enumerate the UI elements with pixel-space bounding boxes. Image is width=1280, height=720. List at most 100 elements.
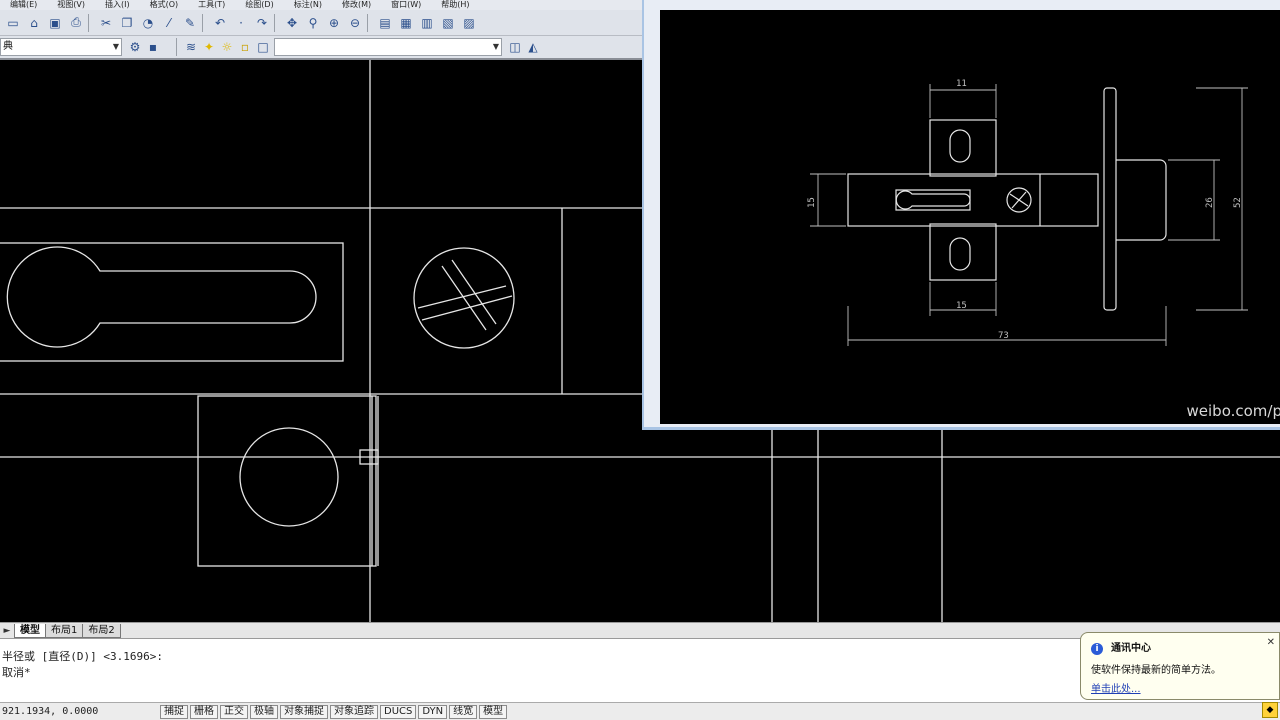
slot-plate (0, 242, 344, 362)
screw-cross (441, 265, 487, 331)
menu-window[interactable]: 窗口(W) (381, 0, 431, 10)
undo-icon[interactable]: ↶ (211, 14, 229, 32)
pan-icon[interactable]: ✥ (283, 14, 301, 32)
tab-layout1[interactable]: 布局1 (45, 623, 84, 638)
workspace-save-icon[interactable]: ▪ (144, 38, 162, 56)
lineweight-toggle[interactable]: 线宽 (449, 704, 478, 719)
design-center-icon[interactable]: ▦ (397, 14, 415, 32)
menu-format[interactable]: 格式(O) (140, 0, 189, 10)
dim-label-top: 11 (956, 79, 967, 89)
zoom-previous-icon[interactable]: ⊖ (346, 14, 364, 32)
lock-icon[interactable]: ▫ (236, 38, 254, 56)
latch-bolt (1103, 87, 1117, 311)
inner-slot-frame (895, 189, 971, 211)
save-icon[interactable]: ▣ (46, 14, 64, 32)
properties-icon[interactable]: ▤ (376, 14, 394, 32)
copy-icon[interactable]: ❐ (118, 14, 136, 32)
zoom-realtime-icon[interactable]: ⚲ (304, 14, 322, 32)
zoom-window-icon[interactable]: ⊕ (325, 14, 343, 32)
dyn-toggle[interactable]: DYN (418, 704, 448, 719)
model-toggle[interactable]: 模型 (479, 704, 508, 719)
screw-cross (451, 259, 497, 325)
mounting-plate (197, 395, 377, 567)
dim-label-bolt-length: 52 (1233, 197, 1243, 208)
otrack-toggle[interactable]: 对象追踪 (330, 704, 378, 719)
osnap-toggle[interactable]: 对象捕捉 (280, 704, 328, 719)
bottom-slot-hole (949, 237, 971, 271)
workspace-settings-icon[interactable]: ⚙ (126, 38, 144, 56)
layer-previous-icon[interactable]: ◭ (524, 38, 542, 56)
tab-model[interactable]: 模型 (14, 623, 46, 638)
make-current-layer-icon[interactable]: ◫ (506, 38, 524, 56)
menu-edit[interactable]: 编辑(E) (0, 0, 47, 10)
ortho-toggle[interactable]: 正交 (220, 704, 248, 719)
sun-icon[interactable]: ☼ (218, 38, 236, 56)
new-icon[interactable]: ▭ (4, 14, 22, 32)
dim-label-length: 73 (998, 331, 1009, 341)
latch-body (847, 173, 1099, 227)
top-mounting-tab (929, 119, 997, 177)
layer-manager-icon[interactable]: ≋ (182, 38, 200, 56)
layers-toolbar: 典 ▼ ⚙ ▪ ≋ ✦ ☼ ▫ □ ▼ ◫ ◭ (0, 36, 642, 60)
print-icon[interactable]: ⎙ (67, 14, 85, 32)
paste-icon[interactable]: ◔ (139, 14, 157, 32)
workspace-combo-value: 典 (3, 41, 13, 52)
inner-keyhole (895, 190, 971, 210)
coordinate-readout[interactable]: 921.1934, 0.0000 (0, 706, 160, 717)
standard-toolbar: ▭ ⌂ ▣ ⎙ ✂ ❐ ◔ ⁄ ✎ ↶ · ↷ ✥ ⚲ ⊕ ⊖ ▤ ▦ ▥ ▧ … (0, 10, 642, 36)
tab-layout2[interactable]: 布局2 (82, 623, 121, 638)
menu-insert[interactable]: 插入(I) (95, 0, 140, 10)
menu-dimension[interactable]: 标注(N) (284, 0, 332, 10)
redo-icon[interactable]: ↷ (253, 14, 271, 32)
brush-icon[interactable]: ✎ (181, 14, 199, 32)
bolt-head (1116, 159, 1167, 241)
workspace-combo[interactable]: 典 ▼ (0, 38, 122, 56)
dim-label-bottom: 15 (956, 301, 967, 311)
markup-icon[interactable]: ▨ (460, 14, 478, 32)
toolbar-separator (202, 13, 208, 32)
menu-help[interactable]: 帮助(H) (431, 0, 479, 10)
bulb-icon[interactable]: ✦ (200, 38, 218, 56)
toolbar-separator (274, 13, 280, 32)
reference-drawing: 11 15 73 15 52 26 weibo.com/p (660, 10, 1280, 424)
keyhole-slot (6, 246, 317, 348)
menu-modify[interactable]: 修改(M) (332, 0, 381, 10)
mounting-hole (239, 427, 339, 527)
balloon-title: 通讯中心 (1111, 643, 1151, 654)
snap-toggle[interactable]: 捕捉 (160, 704, 188, 719)
menu-view[interactable]: 视图(V) (47, 0, 95, 10)
info-icon: i (1091, 643, 1103, 655)
polar-toggle[interactable]: 极轴 (250, 704, 278, 719)
dim-label-height: 15 (807, 197, 817, 208)
status-bar: 921.1934, 0.0000 捕捉 栅格 正交 极轴 对象捕捉 对象追踪 D… (0, 702, 1280, 720)
open-icon[interactable]: ⌂ (25, 14, 43, 32)
dim-label-bolt-head: 26 (1205, 197, 1215, 208)
screw-cross (417, 285, 507, 309)
latch-assembly-drawing: 11 15 73 15 52 26 (807, 79, 1248, 346)
toolbar-separator (367, 13, 373, 32)
bottom-mounting-tab (929, 223, 997, 281)
menu-tools[interactable]: 工具(T) (188, 0, 235, 10)
chevron-down-icon: ▼ (112, 42, 119, 51)
match-properties-icon[interactable]: ⁄ (160, 14, 178, 32)
top-slot-hole (949, 129, 971, 163)
undo-dropdown-icon[interactable]: · (232, 14, 250, 32)
ducs-toggle[interactable]: DUCS (380, 704, 417, 719)
chevron-down-icon: ▼ (492, 42, 499, 51)
menu-draw[interactable]: 绘图(D) (235, 0, 283, 10)
screw-cross (421, 295, 513, 321)
tool-palette-icon[interactable]: ▥ (418, 14, 436, 32)
grid-toggle[interactable]: 栅格 (190, 704, 218, 719)
tab-nav-icon[interactable]: ► (0, 626, 14, 636)
communication-center-balloon[interactable]: ✕ i 通讯中心 使软件保持最新的简单方法。 单击此处... (1080, 632, 1280, 700)
layer-combo[interactable]: ▼ (274, 38, 502, 56)
color-square-icon[interactable]: □ (254, 38, 272, 56)
balloon-link[interactable]: 单击此处... (1091, 680, 1273, 695)
menu-bar: 编辑(E) 视图(V) 插入(I) 格式(O) 工具(T) 绘图(D) 标注(N) 修改(M)… (0, 0, 642, 10)
close-icon[interactable]: ✕ (1267, 637, 1275, 648)
cut-icon[interactable]: ✂ (97, 14, 115, 32)
communication-center-tray-icon[interactable]: ◆ (1262, 702, 1278, 718)
autocad-window: 编辑(E) 视图(V) 插入(I) 格式(O) 工具(T) 绘图(D) 标注(N) 修改(M)… (0, 0, 1280, 720)
reference-preview-window[interactable]: 11 15 73 15 52 26 weibo.com/p (642, 0, 1280, 430)
sheet-set-icon[interactable]: ▧ (439, 14, 457, 32)
